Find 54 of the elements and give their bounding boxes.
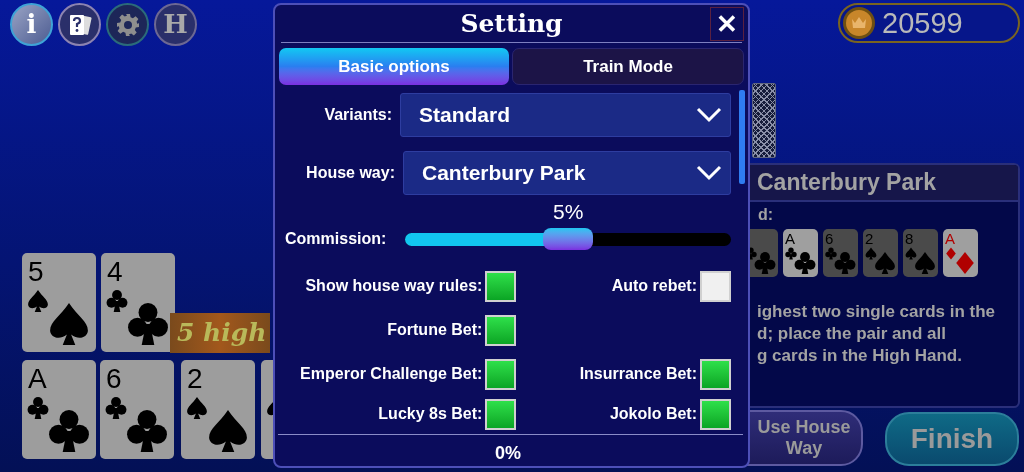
info-button[interactable]: i xyxy=(10,3,53,46)
hand-rank-label: 5 high xyxy=(170,313,270,353)
checkbox[interactable] xyxy=(485,398,517,430)
dropdown-value: Standard xyxy=(419,102,510,129)
card-rank: 2 xyxy=(187,365,203,393)
checkbox[interactable] xyxy=(700,358,731,390)
chevron-down-icon xyxy=(696,107,722,123)
card-rank: 8 xyxy=(905,231,914,246)
field-label: House way: xyxy=(305,163,396,183)
crown-coin-icon xyxy=(842,6,876,40)
card-rank: A xyxy=(785,231,795,246)
dropdown-value: Canterbury Park xyxy=(422,160,586,187)
checkbox[interactable] xyxy=(700,398,731,430)
percent-label: 0% xyxy=(494,443,522,463)
panel-title: Canterbury Park xyxy=(757,168,936,198)
card-rank: 6 xyxy=(106,365,122,393)
option-label: Show house way rules: xyxy=(305,276,483,296)
rule-text: ighest two single cards in the xyxy=(757,301,996,323)
settings-icon xyxy=(115,12,140,37)
option-label: Lucky 8s Bet: xyxy=(378,404,483,424)
slider-thumb[interactable] xyxy=(543,227,594,250)
checkbox[interactable] xyxy=(485,270,517,302)
card-rank: A xyxy=(28,365,47,393)
card-rank: 4 xyxy=(107,258,123,286)
card-rank: 2 xyxy=(865,231,874,246)
dropdown[interactable]: Standard xyxy=(400,93,731,137)
tab[interactable]: Basic options xyxy=(279,48,509,85)
card-rank: 5 xyxy=(28,258,44,286)
finish-button[interactable]: Finish xyxy=(885,412,1019,466)
settings-button[interactable] xyxy=(106,3,149,46)
rule-text: g cards in the High Hand. xyxy=(757,345,963,367)
checkbox[interactable] xyxy=(700,270,731,302)
dialog-title: Setting xyxy=(460,7,563,40)
field-label: Variants: xyxy=(323,105,393,125)
panel-caption: d: xyxy=(758,205,774,225)
option-label: Emperor Challenge Bet: xyxy=(300,364,483,384)
slider-label: Commission: xyxy=(285,229,388,249)
chevron-down-icon xyxy=(696,165,722,181)
option-label: Insurrance Bet: xyxy=(579,364,697,384)
checkbox[interactable] xyxy=(485,314,517,346)
rule-text: d; place the pair and all xyxy=(757,323,947,345)
checkbox[interactable] xyxy=(485,358,517,390)
option-label: Fortune Bet: xyxy=(387,320,483,340)
card-rank: 6 xyxy=(825,231,834,246)
close-button[interactable]: ✕ xyxy=(710,7,744,41)
slider-reading: 5% xyxy=(552,200,585,222)
letter-button[interactable]: H xyxy=(154,3,197,46)
tab[interactable]: Train Mode xyxy=(512,48,744,85)
option-label: Auto rebet: xyxy=(611,276,697,296)
coin-amount: 20599 xyxy=(882,8,963,38)
dropdown[interactable]: Canterbury Park xyxy=(403,151,731,195)
option-label: Jokolo Bet: xyxy=(609,404,697,424)
cards-button[interactable] xyxy=(58,3,101,46)
card-rank: A xyxy=(945,231,955,246)
